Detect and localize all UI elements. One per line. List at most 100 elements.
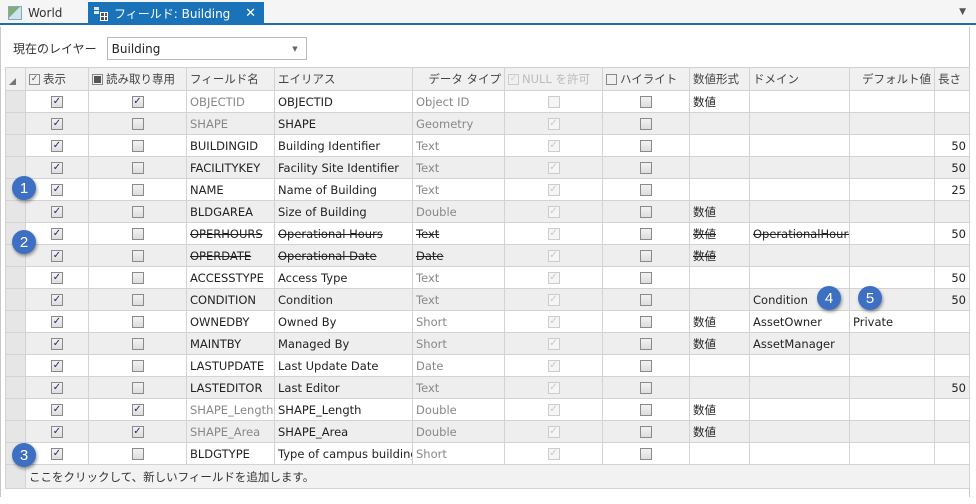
domain-cell[interactable]: AssetOwner [749,310,850,333]
visible-cell[interactable] [25,332,89,355]
highlight-checkbox[interactable] [640,272,652,284]
domain-cell[interactable] [749,266,850,289]
data-type-cell[interactable]: Short [412,310,505,333]
readonly-checkbox[interactable] [131,294,144,306]
table-row[interactable]: SHAPESHAPEGeometry [5,112,970,135]
alias-cell[interactable]: SHAPE_Area [274,420,413,443]
select-all-corner[interactable] [5,67,26,91]
length-cell[interactable] [934,244,970,267]
highlight-checkbox[interactable] [640,338,652,350]
table-row[interactable]: FACILITYKEYFacility Site IdentifierText 5… [5,156,970,179]
field-name-cell[interactable]: OWNEDBY [186,310,275,333]
readonly-checkbox[interactable] [131,404,144,416]
data-type-cell[interactable]: Text [412,222,505,245]
highlight-checkbox[interactable] [640,162,652,174]
table-row[interactable]: LASTEDITORLast EditorText 50 [5,376,970,399]
visible-cell[interactable] [25,354,89,377]
data-type-cell[interactable]: Double [412,200,505,223]
field-name-cell[interactable]: LASTEDITOR [186,376,275,399]
visible-cell[interactable] [25,376,89,399]
number-format-cell[interactable]: 数値 [689,310,750,333]
readonly-cell[interactable] [88,178,187,201]
visible-cell[interactable] [25,266,89,289]
highlight-checkbox[interactable] [640,382,652,394]
default-value-cell[interactable] [849,112,935,135]
default-value-cell[interactable] [849,134,935,157]
domain-cell[interactable] [749,90,850,113]
table-row[interactable]: SHAPE_AreaSHAPE_AreaDouble数値 [5,420,970,443]
highlight-checkbox[interactable] [640,228,652,240]
length-cell[interactable] [934,420,970,443]
number-format-cell[interactable]: 数値 [689,90,750,113]
default-value-cell[interactable] [849,200,935,223]
default-value-cell[interactable]: Private [849,310,935,333]
row-header[interactable] [5,288,26,311]
data-type-cell[interactable]: Object ID [412,90,505,113]
field-name-cell[interactable]: OPERHOURS [186,222,275,245]
row-header[interactable] [5,310,26,333]
visible-cell[interactable] [25,200,89,223]
data-type-cell[interactable]: Short [412,332,505,355]
field-name-cell[interactable]: ACCESSTYPE [186,266,275,289]
highlight-checkbox[interactable] [640,140,652,152]
length-cell[interactable]: 50 [934,288,970,311]
default-value-cell[interactable] [849,420,935,443]
highlight-checkbox[interactable] [640,448,652,460]
highlight-cell[interactable] [602,310,690,333]
alias-cell[interactable]: Condition [274,288,413,311]
domain-cell[interactable] [749,420,850,443]
highlight-checkbox[interactable] [640,316,652,328]
checkbox-icon[interactable] [606,74,617,85]
row-header[interactable] [5,112,26,135]
default-value-cell[interactable] [849,156,935,179]
current-layer-select[interactable]: Building ▼ [106,37,307,60]
visible-checkbox[interactable] [51,228,63,240]
highlight-checkbox[interactable] [640,360,652,372]
data-type-cell[interactable]: Date [412,354,505,377]
column-header-field-name[interactable]: フィールド名 [186,67,275,91]
visible-checkbox[interactable] [51,382,63,394]
readonly-cell[interactable] [88,200,187,223]
highlight-cell[interactable] [602,134,690,157]
highlight-checkbox[interactable] [640,404,652,416]
alias-cell[interactable]: OBJECTID [274,90,413,113]
checkbox-icon[interactable]: ✓ [29,74,40,85]
default-value-cell[interactable] [849,222,935,245]
data-type-cell[interactable]: Text [412,288,505,311]
readonly-cell[interactable] [88,398,187,421]
number-format-cell[interactable] [689,442,750,465]
readonly-cell[interactable] [88,288,187,311]
visible-checkbox[interactable] [51,162,63,174]
highlight-cell[interactable] [602,398,690,421]
readonly-cell[interactable] [88,332,187,355]
alias-cell[interactable]: SHAPE [274,112,413,135]
default-value-cell[interactable] [849,178,935,201]
data-type-cell[interactable]: Short [412,442,505,465]
highlight-cell[interactable] [602,332,690,355]
length-cell[interactable] [934,354,970,377]
alias-cell[interactable]: Last Editor [274,376,413,399]
number-format-cell[interactable] [689,266,750,289]
number-format-cell[interactable]: 数値 [689,244,750,267]
visible-checkbox[interactable] [51,426,63,438]
alias-cell[interactable]: Type of campus building [274,442,413,465]
visible-cell[interactable] [25,310,89,333]
length-cell[interactable] [934,112,970,135]
column-header-visible[interactable]: ✓ 表示 [25,67,89,91]
readonly-checkbox[interactable] [131,426,144,438]
readonly-checkbox[interactable] [131,96,144,108]
length-cell[interactable]: 50 [934,222,970,245]
table-row[interactable]: BLDGTYPEType of campus buildingShort [5,442,970,465]
number-format-cell[interactable] [689,112,750,135]
highlight-cell[interactable] [602,442,690,465]
alias-cell[interactable]: Operational Hours [274,222,413,245]
data-type-cell[interactable]: Text [412,266,505,289]
domain-cell[interactable] [749,244,850,267]
data-type-cell[interactable]: Text [412,178,505,201]
field-name-cell[interactable]: FACILITYKEY [186,156,275,179]
visible-checkbox[interactable] [51,360,63,372]
readonly-cell[interactable] [88,420,187,443]
data-type-cell[interactable]: Text [412,156,505,179]
field-name-cell[interactable]: OBJECTID [186,90,275,113]
readonly-checkbox[interactable] [131,118,144,130]
